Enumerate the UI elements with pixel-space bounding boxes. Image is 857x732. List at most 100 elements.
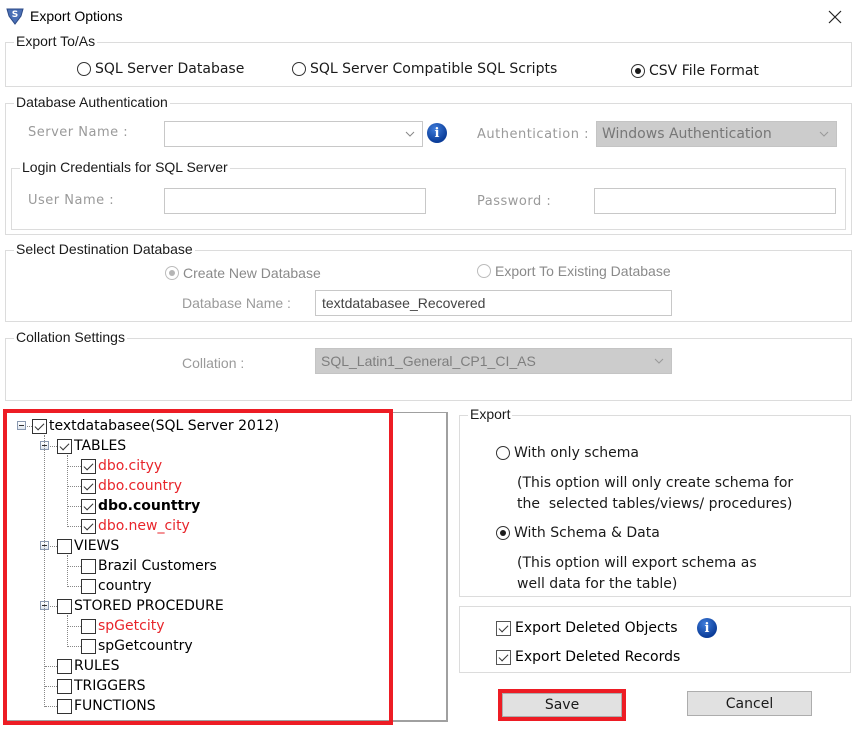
tree-node-label: textdatabasee(SQL Server 2012)	[49, 418, 280, 434]
tree-node-label: RULES	[74, 658, 120, 674]
tree-node[interactable]: STORED PROCEDURE	[57, 597, 224, 615]
export-deleted-objects-checkbox[interactable]: Export Deleted Objects	[496, 620, 678, 636]
tree-node[interactable]: Brazil Customers	[81, 557, 217, 575]
checkbox-checked[interactable]	[32, 418, 47, 434]
collation-legend: Collation Settings	[14, 329, 127, 345]
tree-node-label: FUNCTIONS	[74, 698, 156, 714]
user-name-input[interactable]	[164, 188, 426, 214]
radio-circle-checked	[496, 526, 510, 540]
radio-export-existing-database[interactable]: Export To Existing Database	[477, 263, 671, 279]
title-bar: S Export Options	[0, 0, 857, 33]
chevron-down-icon	[819, 131, 829, 137]
tree-node[interactable]: country	[81, 577, 152, 595]
checkbox-checked[interactable]	[57, 438, 72, 454]
cancel-button[interactable]: Cancel	[687, 691, 812, 716]
checkbox-checked[interactable]	[81, 518, 96, 534]
tree-connector	[67, 555, 68, 587]
tree-node[interactable]: TABLES	[57, 437, 126, 455]
save-button[interactable]: Save	[502, 693, 622, 717]
export-deleted-records-checkbox[interactable]: Export Deleted Records	[496, 649, 680, 665]
server-info-icon[interactable]: i	[427, 123, 447, 143]
tree-node-label: TABLES	[74, 438, 127, 454]
tree-connector	[50, 446, 57, 447]
tree-connector	[68, 506, 81, 507]
tree-connector	[68, 486, 81, 487]
tree-connector	[68, 586, 81, 587]
radio-label: SQL Server Compatible SQL Scripts	[310, 61, 558, 77]
radio-only-schema[interactable]: With only schema	[496, 445, 639, 461]
radio-create-new-database[interactable]: Create New Database	[165, 265, 321, 281]
server-name-combo[interactable]	[164, 121, 423, 147]
radio-sql-server-database[interactable]: SQL Server Database	[77, 61, 244, 77]
export-mode-legend: Export	[468, 406, 513, 422]
login-credentials-legend: Login Credentials for SQL Server	[20, 159, 230, 175]
tree-node[interactable]: textdatabasee(SQL Server 2012)	[32, 417, 279, 435]
tree-node[interactable]: VIEWS	[57, 537, 119, 555]
checkbox-checked[interactable]	[81, 458, 96, 474]
tree-node[interactable]: dbo.counttry	[81, 497, 200, 515]
tree-node-label: dbo.new_city	[98, 518, 190, 534]
database-name-input[interactable]	[315, 290, 672, 316]
collation-combo[interactable]: SQL_Latin1_General_CP1_CI_AS	[315, 348, 672, 374]
tree-node[interactable]: RULES	[57, 657, 120, 675]
schema-and-data-description: (This option will export schema as well …	[517, 553, 757, 595]
tree-node-label: spGetcity	[98, 618, 165, 634]
tree-node-label: TRIGGERS	[74, 678, 146, 694]
checkbox[interactable]	[57, 538, 72, 554]
password-input[interactable]	[594, 188, 836, 214]
chevron-down-icon	[654, 358, 664, 364]
tree-connector	[45, 686, 57, 687]
authentication-combo[interactable]: Windows Authentication	[596, 121, 837, 147]
radio-label: Export To Existing Database	[495, 263, 671, 279]
tree-node-label: dbo.cityy	[98, 458, 163, 474]
checkbox[interactable]	[57, 658, 72, 674]
server-name-label: Server Name :	[28, 125, 129, 140]
tree-node[interactable]: dbo.country	[81, 477, 182, 495]
description-line: (This option will only create schema for	[517, 475, 794, 491]
password-label: Password :	[477, 194, 552, 209]
tree-node[interactable]: dbo.new_city	[81, 517, 190, 535]
checkbox[interactable]	[81, 558, 96, 574]
tree-node[interactable]: TRIGGERS	[57, 677, 146, 695]
description-line: (This option will export schema as	[517, 555, 757, 571]
authentication-value: Windows Authentication	[602, 126, 772, 142]
checkbox[interactable]	[81, 578, 96, 594]
authentication-label: Authentication :	[477, 127, 589, 142]
tree-node[interactable]: FUNCTIONS	[57, 697, 156, 715]
collation-value: SQL_Latin1_General_CP1_CI_AS	[321, 353, 536, 369]
app-logo-icon: S	[6, 7, 24, 25]
user-name-label: User Name :	[28, 193, 115, 208]
deleted-objects-info-icon[interactable]: i	[697, 618, 717, 638]
tree-node-label: spGetcountry	[98, 638, 193, 654]
checkbox[interactable]	[57, 678, 72, 694]
tree-connector	[68, 566, 81, 567]
window-title: Export Options	[30, 8, 123, 24]
tree-connector	[68, 626, 81, 627]
collapse-icon[interactable]	[17, 421, 26, 430]
checkbox-checked[interactable]	[81, 478, 96, 494]
tree-node[interactable]: spGetcity	[81, 617, 165, 635]
checkbox-label: Export Deleted Objects	[515, 620, 678, 636]
tree-connector	[67, 615, 68, 647]
checkbox[interactable]	[57, 598, 72, 614]
checkbox[interactable]	[81, 618, 96, 634]
close-button[interactable]	[823, 5, 847, 29]
tree-connector	[68, 466, 81, 467]
radio-label: With only schema	[514, 445, 639, 461]
tree-node[interactable]: spGetcountry	[81, 637, 193, 655]
checkbox-checked[interactable]	[81, 498, 96, 514]
tree-node-label: Brazil Customers	[98, 558, 217, 574]
tree-node-label: dbo.country	[98, 478, 183, 494]
tree-node-label: VIEWS	[74, 538, 120, 554]
object-tree[interactable]	[5, 412, 448, 722]
checkbox[interactable]	[81, 638, 96, 654]
radio-sql-scripts[interactable]: SQL Server Compatible SQL Scripts	[292, 61, 557, 77]
tree-connector	[50, 606, 57, 607]
checkbox[interactable]	[57, 698, 72, 714]
radio-label: Create New Database	[183, 265, 321, 281]
tree-connector	[45, 666, 57, 667]
tree-node[interactable]: dbo.cityy	[81, 457, 162, 475]
tree-node-label: dbo.counttry	[98, 498, 201, 514]
radio-schema-and-data[interactable]: With Schema & Data	[496, 525, 660, 541]
radio-csv-file-format[interactable]: CSV File Format	[631, 63, 759, 79]
